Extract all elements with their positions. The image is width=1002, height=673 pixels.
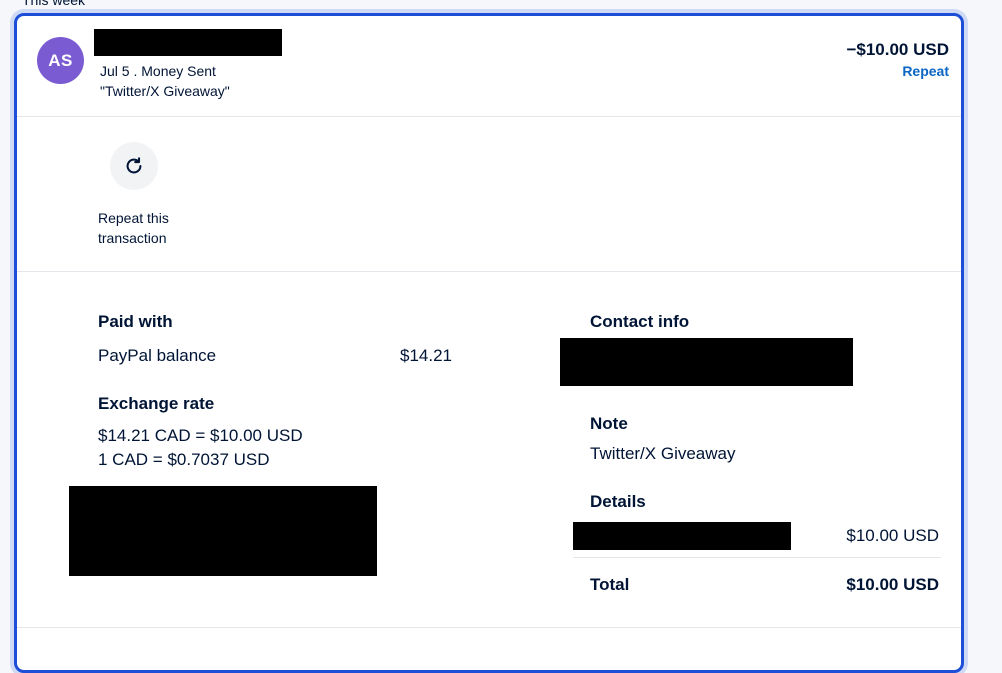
header-divider bbox=[17, 116, 961, 117]
details-item-amount: $10.00 USD bbox=[846, 526, 939, 545]
redacted-recipient-name bbox=[94, 29, 282, 56]
redacted-contact-info bbox=[560, 338, 853, 386]
paid-with-heading: Paid with bbox=[98, 312, 173, 331]
exchange-rate-line1: $14.21 CAD = $10.00 USD bbox=[98, 426, 303, 445]
transaction-date-type: Jul 5 . Money Sent bbox=[100, 63, 216, 79]
exchange-rate-heading: Exchange rate bbox=[98, 394, 215, 413]
repeat-transaction-label: Repeat this transaction bbox=[98, 210, 169, 246]
details-divider bbox=[573, 557, 941, 558]
redacted-block bbox=[69, 486, 377, 576]
avatar: AS bbox=[37, 37, 84, 84]
payment-amount: $14.21 bbox=[400, 346, 452, 365]
details-heading: Details bbox=[590, 492, 646, 511]
note-text: Twitter/X Giveaway bbox=[590, 444, 736, 463]
total-amount: $10.00 USD bbox=[846, 575, 939, 594]
note-heading: Note bbox=[590, 414, 628, 433]
bottom-divider bbox=[17, 627, 961, 628]
section-label: This week bbox=[22, 0, 86, 8]
contact-info-heading: Contact info bbox=[590, 312, 690, 331]
refresh-icon bbox=[126, 157, 142, 174]
redacted-details-item bbox=[573, 522, 791, 550]
transaction-amount: −$10.00 USD bbox=[846, 40, 949, 59]
transaction-note-summary: "Twitter/X Giveaway" bbox=[100, 83, 230, 99]
actions-divider bbox=[17, 271, 961, 272]
total-label: Total bbox=[590, 575, 630, 594]
transaction-card: AS Jul 5 . Money Sent "Twitter/X Giveawa… bbox=[14, 13, 964, 673]
repeat-transaction-button[interactable] bbox=[110, 142, 158, 190]
payment-method: PayPal balance bbox=[98, 346, 217, 365]
exchange-rate-line2: 1 CAD = $0.7037 USD bbox=[98, 450, 270, 469]
repeat-link[interactable]: Repeat bbox=[902, 63, 949, 79]
